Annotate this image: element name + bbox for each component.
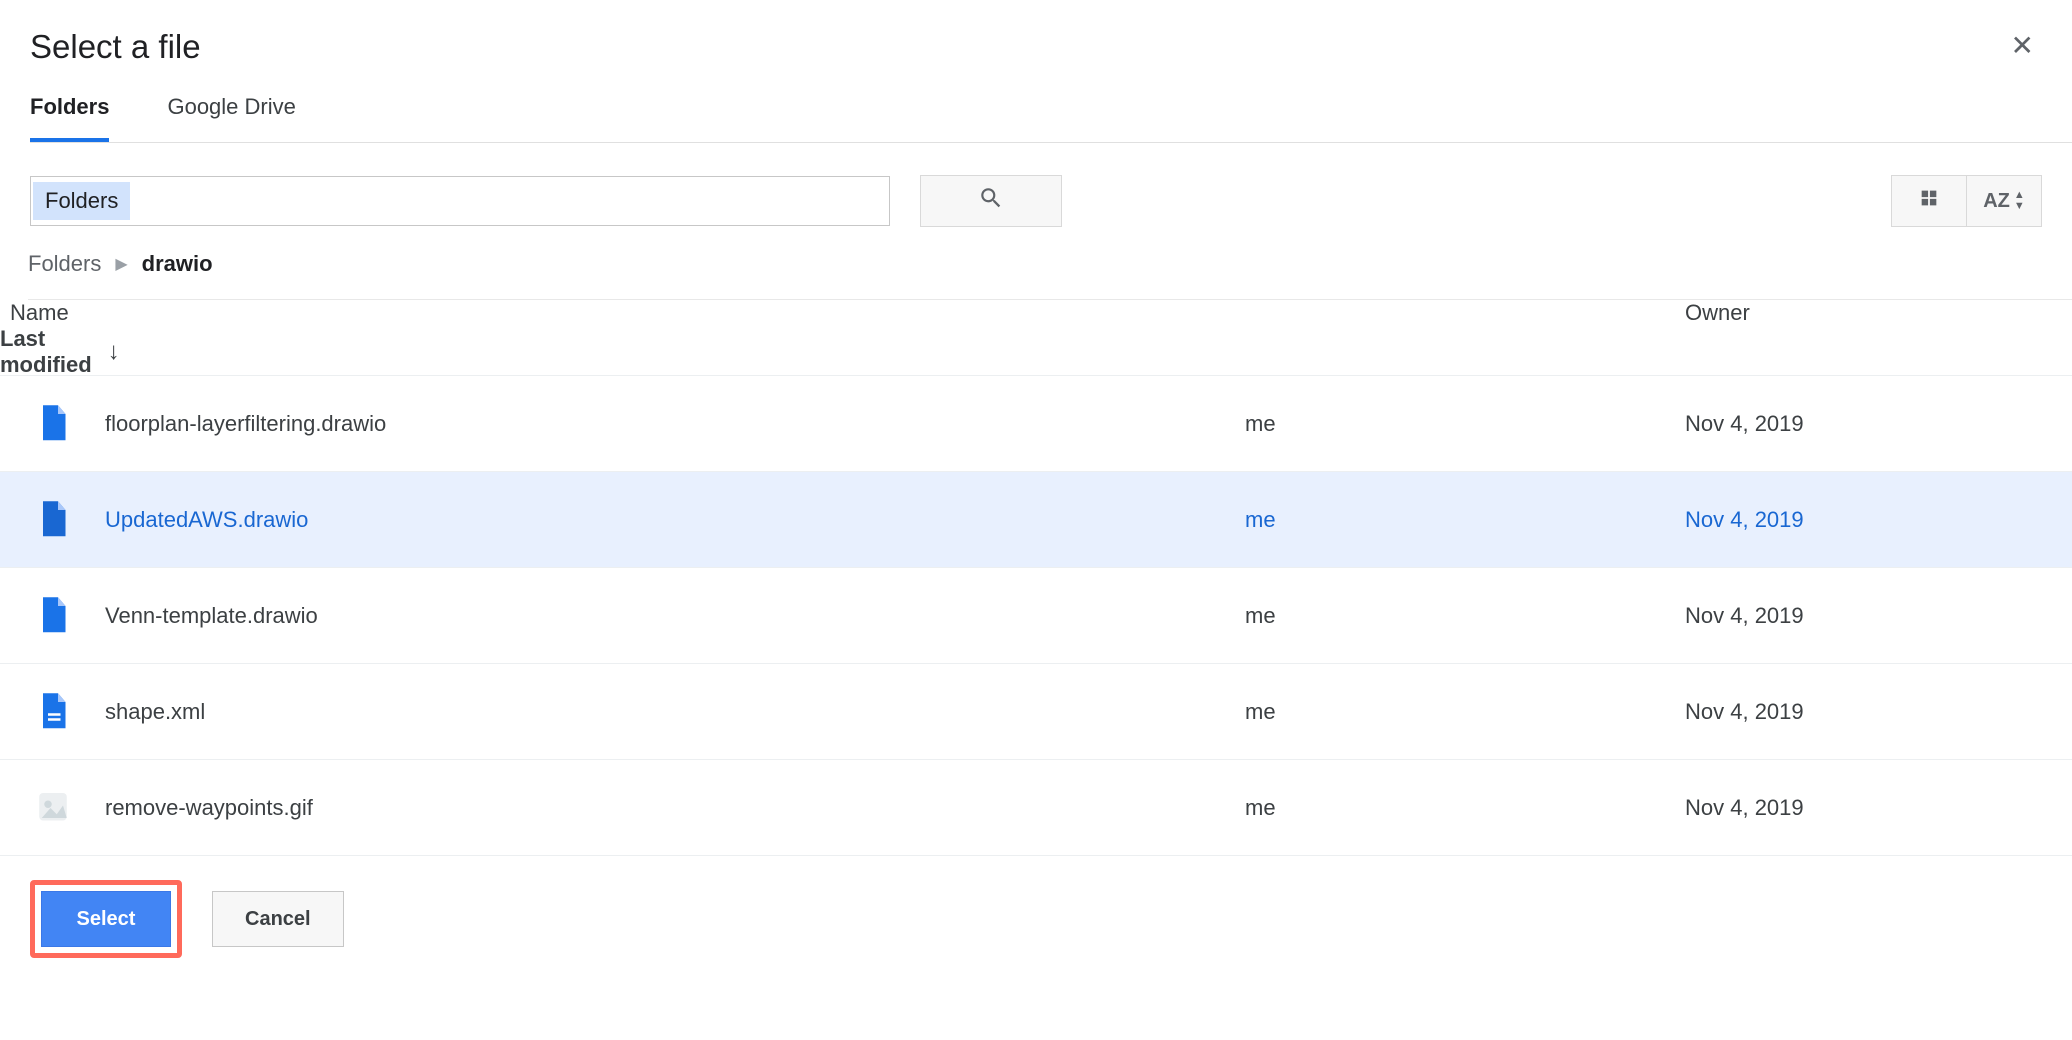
cancel-button[interactable]: Cancel — [212, 891, 344, 947]
search-box[interactable]: Folders — [30, 176, 890, 226]
file-owner: me — [1245, 795, 1685, 821]
search-input[interactable] — [130, 177, 889, 225]
column-header-name[interactable]: Name — [0, 300, 1245, 326]
file-owner: me — [1245, 507, 1685, 533]
table-row[interactable]: floorplan-layerfiltering.drawiomeNov 4, … — [0, 376, 2072, 472]
close-icon[interactable]: ✕ — [2003, 28, 2042, 64]
table-row[interactable]: shape.xmlmeNov 4, 2019 — [0, 664, 2072, 760]
file-modified: Nov 4, 2019 — [1685, 603, 2042, 629]
sort-button[interactable]: AZ ▲▼ — [1966, 176, 2041, 226]
picker-tabs: Folders Google Drive — [30, 94, 2072, 143]
select-button[interactable]: Select — [41, 891, 171, 947]
column-header-modified[interactable]: Last modified ↓ — [0, 326, 105, 378]
file-modified: Nov 4, 2019 — [1685, 795, 2042, 821]
grid-view-button[interactable] — [1892, 176, 1966, 226]
file-icon — [0, 597, 105, 635]
breadcrumb-current: drawio — [142, 251, 213, 277]
file-picker-dialog: Select a file ✕ Folders Google Drive Fol… — [0, 0, 2072, 988]
chevron-right-icon: ▶ — [115, 254, 127, 274]
tab-folders[interactable]: Folders — [30, 94, 109, 142]
file-name: UpdatedAWS.drawio — [105, 507, 1245, 533]
tab-google-drive[interactable]: Google Drive — [167, 94, 295, 142]
table-row[interactable]: Venn-template.drawiomeNov 4, 2019 — [0, 568, 2072, 664]
file-name: remove-waypoints.gif — [105, 795, 1245, 821]
file-name: floorplan-layerfiltering.drawio — [105, 411, 1245, 437]
breadcrumb: Folders ▶ drawio — [28, 251, 2072, 300]
image-icon — [0, 789, 105, 827]
file-modified: Nov 4, 2019 — [1685, 507, 2042, 533]
column-header-owner[interactable]: Owner — [1685, 300, 2042, 326]
file-name: shape.xml — [105, 699, 1245, 725]
sort-direction-icon: ▲▼ — [2014, 190, 2025, 212]
file-owner: me — [1245, 603, 1685, 629]
toolbar: Folders AZ ▲▼ — [30, 143, 2042, 227]
dialog-title: Select a file — [30, 28, 201, 66]
search-button[interactable] — [920, 175, 1062, 227]
grid-icon — [1918, 187, 1940, 215]
file-owner: me — [1245, 699, 1685, 725]
search-icon — [978, 185, 1004, 218]
doc-icon — [0, 693, 105, 731]
table-row[interactable]: UpdatedAWS.drawiomeNov 4, 2019 — [0, 472, 2072, 568]
table-row[interactable]: remove-waypoints.gifmeNov 4, 2019 — [0, 760, 2072, 856]
dialog-header: Select a file ✕ — [30, 28, 2042, 94]
view-toggles: AZ ▲▼ — [1891, 175, 2042, 227]
breadcrumb-root[interactable]: Folders — [28, 251, 101, 277]
search-filter-chip[interactable]: Folders — [33, 182, 130, 220]
select-button-highlight: Select — [30, 880, 182, 958]
dialog-footer: Select Cancel — [30, 880, 2042, 958]
file-icon — [0, 501, 105, 539]
file-modified: Nov 4, 2019 — [1685, 411, 2042, 437]
file-name: Venn-template.drawio — [105, 603, 1245, 629]
file-modified: Nov 4, 2019 — [1685, 699, 2042, 725]
arrow-down-icon: ↓ — [108, 338, 120, 366]
file-icon — [0, 405, 105, 443]
file-table: Name Owner Last modified ↓ floorplan-lay… — [0, 300, 2072, 856]
table-header: Name Owner Last modified ↓ — [0, 300, 2072, 376]
sort-az-icon: AZ — [1983, 190, 2010, 213]
file-owner: me — [1245, 411, 1685, 437]
